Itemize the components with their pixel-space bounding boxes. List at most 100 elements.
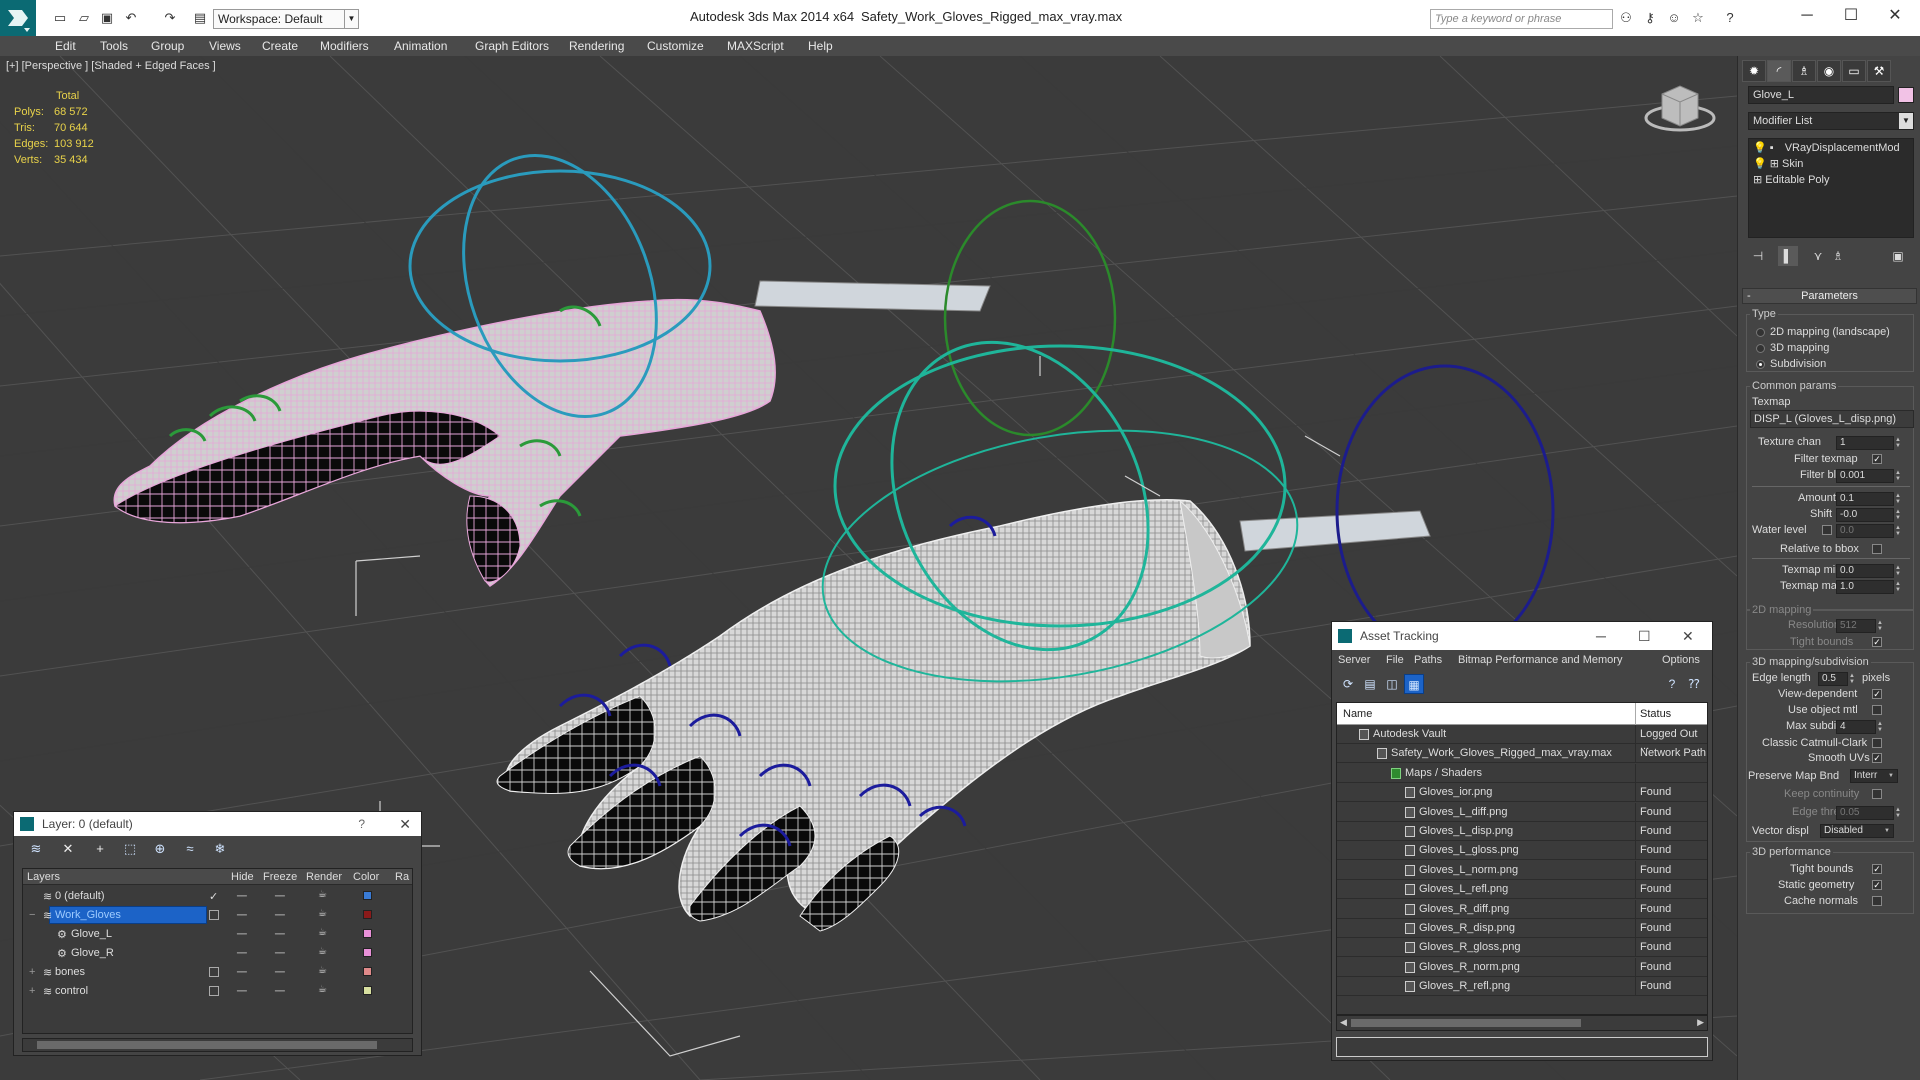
freeze-toggle[interactable]: ━━ — [275, 929, 285, 940]
expand-icon[interactable]: + — [29, 985, 35, 997]
menu-edit[interactable]: Edit — [55, 39, 76, 53]
asset-row[interactable]: Gloves_L_diff.png Found — [1337, 802, 1707, 822]
scrollbar-thumb[interactable] — [37, 1041, 377, 1049]
redo-icon[interactable]: ↷ — [160, 9, 180, 27]
menu-graph-editors[interactable]: Graph Editors — [475, 39, 549, 53]
keep-continuity-checkbox[interactable] — [1872, 789, 1882, 799]
layer-color-swatch[interactable] — [363, 910, 372, 919]
menu-options[interactable]: Options — [1662, 654, 1700, 666]
person-icon[interactable]: ☺ — [1664, 9, 1684, 27]
layer-color-swatch[interactable] — [363, 986, 372, 995]
modify-tab-icon[interactable]: ◜ — [1767, 60, 1791, 82]
hide-all-icon[interactable]: ≈ — [180, 840, 200, 858]
menu-rendering[interactable]: Rendering — [569, 39, 624, 53]
menu-tools[interactable]: Tools — [100, 39, 128, 53]
asset-row[interactable]: Gloves_R_norm.png Found — [1337, 957, 1707, 977]
column-divider[interactable] — [1635, 703, 1636, 725]
hide-toggle[interactable]: ━━ — [237, 948, 247, 959]
shift-spinner[interactable]: -0.0 ▲ ▼ — [1836, 508, 1901, 522]
refresh-icon[interactable]: ⟳ — [1338, 674, 1358, 694]
menu-maxscript[interactable]: MAXScript — [727, 39, 784, 53]
water-level-spinner[interactable]: 0.0 ▲ ▼ — [1836, 524, 1901, 538]
render-teapot-icon[interactable]: ☕ — [318, 908, 327, 919]
menu-customize[interactable]: Customize — [647, 39, 704, 53]
asset-row[interactable]: Gloves_L_refl.png Found — [1337, 880, 1707, 900]
hide-toggle[interactable]: ━━ — [237, 967, 247, 978]
workspace-dropdown[interactable]: Workspace: Default ▼ — [213, 9, 359, 29]
radio-3d-mapping[interactable] — [1756, 344, 1765, 353]
parameters-rollout[interactable]: - Parameters — [1742, 288, 1917, 304]
menu-bitmap-performance[interactable]: Bitmap Performance and Memory — [1458, 654, 1622, 666]
water-level-checkbox[interactable] — [1822, 525, 1832, 535]
column-header[interactable]: Ra — [395, 871, 409, 883]
asset-row[interactable]: Gloves_R_gloss.png Found — [1337, 938, 1707, 958]
add-to-layer-icon[interactable]: + — [90, 840, 110, 858]
modifier-list-dropdown[interactable]: Modifier List ▼ — [1748, 112, 1914, 130]
freeze-toggle[interactable]: ━━ — [275, 986, 285, 997]
key-icon[interactable]: ⚷ — [1640, 9, 1660, 27]
set-current-box[interactable] — [209, 967, 219, 977]
hold-icon[interactable]: ▤ — [190, 9, 210, 27]
asset-row[interactable]: Gloves_R_disp.png Found — [1337, 919, 1707, 938]
close-icon[interactable]: ✕ — [1880, 4, 1910, 28]
render-teapot-icon[interactable]: ☕ — [318, 927, 327, 938]
column-header[interactable]: Status — [1640, 708, 1671, 720]
menu-modifiers[interactable]: Modifiers — [320, 39, 369, 53]
asset-row[interactable]: Gloves_R_diff.png Found — [1337, 899, 1707, 919]
column-header[interactable]: Layers — [27, 871, 60, 883]
maximize-icon[interactable]: ☐ — [1638, 622, 1651, 650]
asset-row[interactable]: Autodesk Vault Logged Out ... — [1337, 725, 1707, 752]
menu-paths[interactable]: Paths — [1414, 654, 1442, 666]
search-input[interactable]: Type a keyword or phrase — [1430, 9, 1613, 29]
texmap-min-spinner[interactable]: 0.0 ▲ ▼ — [1836, 564, 1901, 578]
stack-item[interactable]: 💡 ▪ VRayDisplacementMod — [1753, 141, 1900, 154]
cache-normals-checkbox[interactable] — [1872, 896, 1882, 906]
vector-displ-dropdown[interactable]: Disabled ▼ — [1820, 824, 1894, 838]
utilities-tab-icon[interactable]: ⚒ — [1867, 60, 1891, 82]
highlight-layer-icon[interactable]: ⊕ — [150, 840, 170, 858]
edge-thresh-spinner[interactable]: 0.05 ▲ ▼ — [1836, 806, 1901, 820]
minimize-icon[interactable]: ─ — [1596, 622, 1606, 650]
motion-tab-icon[interactable]: ◉ — [1817, 60, 1841, 82]
app-logo-icon[interactable] — [0, 0, 36, 36]
column-header[interactable]: Freeze — [263, 871, 297, 883]
filter-blur-spinner[interactable]: 0.001 ▲ ▼ — [1836, 469, 1901, 483]
list-view-icon[interactable]: ▤ — [1360, 674, 1380, 694]
layer-color-swatch[interactable] — [363, 891, 372, 900]
help-icon[interactable]: ? — [1720, 9, 1740, 27]
freeze-all-icon[interactable]: ❄ — [210, 840, 230, 858]
help-icon[interactable]: ? — [1662, 674, 1682, 694]
column-header[interactable]: Hide — [231, 871, 254, 883]
collapse-icon[interactable]: − — [29, 909, 35, 921]
scrollbar-thumb[interactable] — [1351, 1019, 1581, 1027]
tight-bounds-checkbox[interactable]: ✓ — [1872, 637, 1882, 647]
layer-row[interactable]: ⚙ Glove_L ━━ ━━ ☕ — [23, 925, 412, 944]
asset-row[interactable]: Gloves_ior.png Found — [1337, 783, 1707, 803]
menu-group[interactable]: Group — [151, 39, 184, 53]
hierarchy-tab-icon[interactable]: ♗ — [1792, 60, 1816, 82]
relative-bbox-checkbox[interactable] — [1872, 544, 1882, 554]
maximize-icon[interactable]: ☐ — [1836, 4, 1866, 28]
new-file-icon[interactable]: ▭ — [50, 9, 70, 27]
open-file-icon[interactable]: ▱ — [74, 9, 94, 27]
menu-views[interactable]: Views — [209, 39, 241, 53]
amount-spinner[interactable]: 0.1 ▲ ▼ — [1836, 492, 1901, 506]
layer-dialog-titlebar[interactable]: Layer: 0 (default) ? ✕ — [14, 812, 421, 836]
remove-modifier-icon[interactable]: ♗ — [1828, 246, 1848, 266]
expand-icon[interactable]: + — [29, 966, 35, 978]
hide-toggle[interactable]: ━━ — [237, 910, 247, 921]
show-end-result-icon[interactable]: ▌ — [1778, 246, 1798, 266]
set-current-box[interactable] — [209, 910, 219, 920]
static-geometry-checkbox[interactable]: ✓ — [1872, 880, 1882, 890]
asset-tracking-titlebar[interactable]: Asset Tracking ─ ☐ ✕ — [1332, 622, 1712, 650]
filter-texmap-checkbox[interactable]: ✓ — [1872, 454, 1882, 464]
layer-row[interactable]: + ≋ control ━━ ━━ ☕ — [23, 982, 412, 1001]
star-icon[interactable]: ☆ — [1688, 9, 1708, 27]
column-header[interactable]: Render — [306, 871, 342, 883]
resolution-spinner[interactable]: 512 ▲ ▼ — [1836, 619, 1883, 633]
object-name-field[interactable]: Glove_L — [1748, 86, 1894, 104]
layer-color-swatch[interactable] — [363, 967, 372, 976]
menu-file[interactable]: File — [1386, 654, 1404, 666]
catmull-clark-checkbox[interactable] — [1872, 738, 1882, 748]
close-icon[interactable]: ✕ — [1682, 622, 1694, 650]
